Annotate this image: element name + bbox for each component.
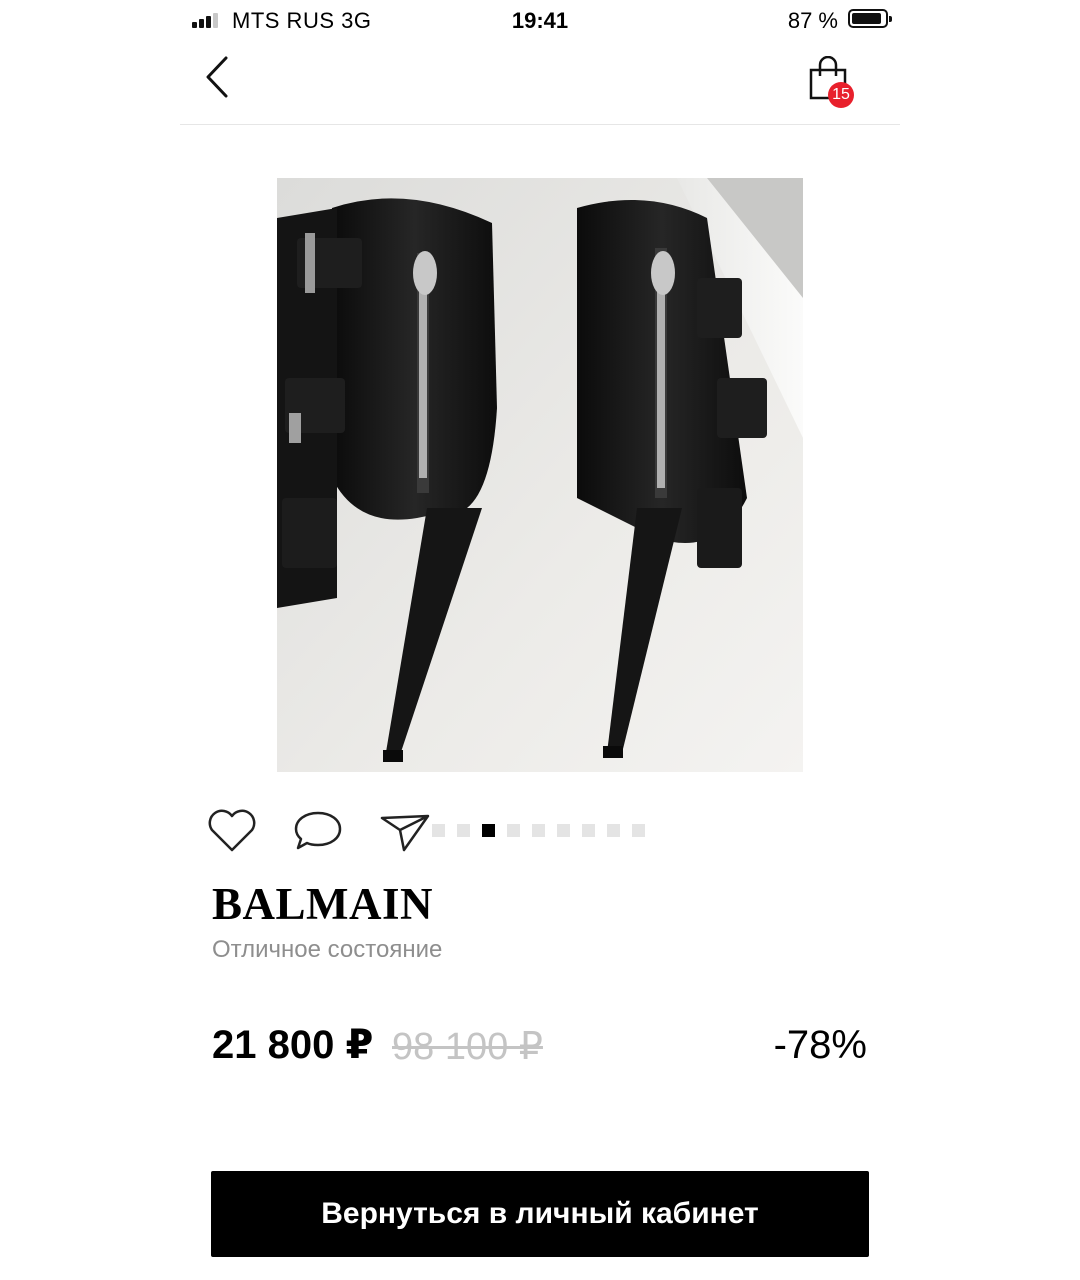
product-price: 21 800 ₽: [212, 1023, 374, 1067]
gallery-dot[interactable]: [632, 824, 645, 837]
action-bar: [180, 800, 900, 860]
back-button[interactable]: [202, 54, 232, 100]
gallery-dot[interactable]: [532, 824, 545, 837]
product-brand: BALMAIN: [212, 879, 434, 929]
battery-icon: [848, 9, 892, 28]
nav-bar: 15: [180, 40, 900, 125]
product-screen: MTS RUS 3G 19:41 87 % 15 BALMAIN Отлично…: [180, 0, 900, 1280]
chevron-left-icon: [206, 56, 228, 98]
like-button[interactable]: [206, 808, 258, 854]
gallery-dot[interactable]: [582, 824, 595, 837]
gallery-dot[interactable]: [507, 824, 520, 837]
comment-button[interactable]: [292, 808, 344, 854]
gallery-dot[interactable]: [607, 824, 620, 837]
share-button[interactable]: [378, 808, 430, 854]
cart-count-badge: 15: [828, 82, 854, 108]
cart-button[interactable]: 15: [808, 56, 860, 112]
gallery-dot[interactable]: [432, 824, 445, 837]
status-bar: MTS RUS 3G 19:41 87 %: [180, 0, 900, 40]
heart-icon: [208, 809, 256, 852]
product-condition: Отличное состояние: [212, 936, 443, 963]
discount-label: -78%: [773, 1023, 867, 1067]
battery-percent: 87 %: [787, 8, 838, 33]
gallery-dot[interactable]: [557, 824, 570, 837]
gallery-dot[interactable]: [457, 824, 470, 837]
old-price: 98 100 ₽: [392, 1026, 543, 1068]
product-image: [277, 178, 803, 772]
send-icon: [380, 814, 430, 852]
back-to-account-button[interactable]: Вернуться в личный кабинет: [211, 1171, 869, 1257]
product-photo[interactable]: [277, 178, 803, 772]
chat-bubble-icon: [294, 811, 342, 850]
gallery-dot[interactable]: [482, 824, 495, 837]
